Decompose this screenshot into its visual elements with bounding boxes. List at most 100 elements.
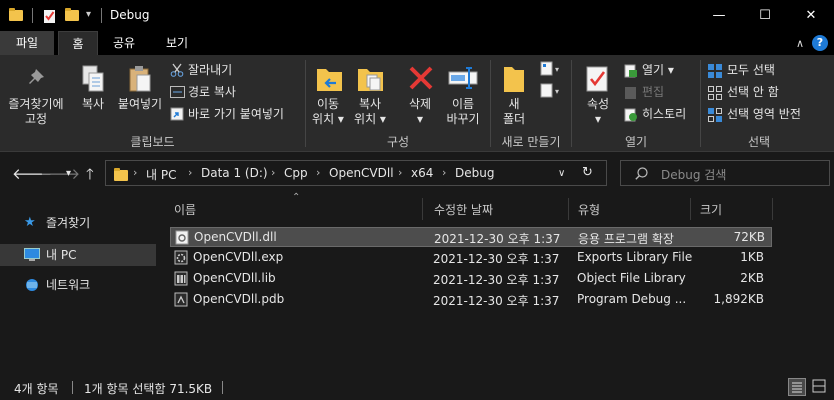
address-dropdown-icon[interactable]: ∨ [558,168,565,179]
column-header-name[interactable]: 이름 [174,196,196,224]
breadcrumb-separator: › [316,166,321,179]
new-folder-icon[interactable] [64,8,80,24]
history-icon [624,108,638,125]
select-none-icon [708,86,722,103]
paste-button[interactable]: 붙여넣기 [114,97,166,112]
table-row[interactable]: OpenCVDll.pdb 2021-12-30 오후 1:37 Program… [170,290,772,310]
history-button[interactable]: 히스토리 [642,105,686,123]
maximize-button[interactable]: ☐ [742,0,788,31]
table-row[interactable]: OpenCVDll.exp 2021-12-30 오후 1:37 Exports… [170,248,772,268]
divider [422,198,423,220]
properties-icon[interactable] [42,8,58,24]
breadcrumb-item[interactable]: x64 [411,166,433,180]
recent-locations-icon[interactable]: ▾ [66,168,71,179]
customize-quick-access-button[interactable]: ▾ [86,9,96,25]
nav-item-label: 네트워크 [46,278,91,292]
tab-view[interactable]: 보기 [156,31,198,55]
copy-button[interactable]: 복사 [75,97,111,112]
open-group-label: 열기 [624,135,648,149]
breadcrumb-item[interactable]: Debug [455,166,494,180]
open-icon [624,64,638,81]
exp-icon [174,250,188,265]
file-date: 2021-12-30 오후 1:37 [433,294,560,308]
svg-text:▾: ▾ [555,65,559,74]
divider [72,381,73,394]
tab-file[interactable]: 파일 [0,31,54,55]
invert-selection-icon [708,108,722,125]
item-count: 4개 항목 [14,382,59,396]
properties-icon [585,65,611,96]
refresh-icon[interactable]: ↻ [582,165,593,180]
edit-icon [624,86,638,103]
divider [772,198,773,220]
close-button[interactable]: ✕ [788,0,834,31]
minimize-button[interactable]: — [696,0,742,31]
help-icon[interactable]: ? [812,35,828,51]
collapse-ribbon-icon[interactable]: ∧ [796,37,804,50]
file-type: 응용 프로그램 확장 [578,232,674,246]
breadcrumb-item[interactable]: Cpp [284,166,308,180]
move-to-button[interactable]: 이동 위치 ▾ [308,97,348,127]
computer-icon [24,248,40,261]
selection-info: 1개 항목 선택함 71.5KB [84,382,213,396]
breadcrumb-item[interactable]: Data 1 (D:) [201,166,268,180]
status-bar: 4개 항목 1개 항목 선택함 71.5KB [0,374,834,400]
search-box[interactable]: Debug 검색 [620,160,830,186]
file-type: Program Debug ... [577,292,687,306]
dll-icon [175,230,189,245]
properties-button[interactable]: 속성 ▾ [578,97,618,127]
nav-item-favorites[interactable]: ★ 즐겨찾기 [0,212,156,234]
file-list: ⌃ 이름 수정한 날짜 유형 크기 OpenCVDll.dll 2021-12-… [160,192,834,374]
navigation-bar: 🡐 🡒 ▾ 🡑 › 내 PC › Data 1 (D:) › Cpp › Ope… [0,152,834,194]
copy-path-button[interactable]: 경로 복사 [188,83,236,101]
new-item-icon[interactable]: ▾ [540,61,562,80]
clipboard-group-label: 클립보드 [130,135,175,149]
pin-to-quick-access-button[interactable]: 즐겨찾기에 고정 [4,97,68,127]
star-icon: ★ [24,215,36,230]
file-type: Exports Library File [577,250,693,264]
delete-icon [408,65,434,94]
details-view-icon[interactable] [788,378,806,396]
column-header-modified[interactable]: 수정한 날짜 [434,196,493,224]
address-bar[interactable]: › 내 PC › Data 1 (D:) › Cpp › OpenCVDll ›… [105,160,607,186]
select-none-button[interactable]: 선택 안 함 [727,83,779,101]
new-group-label: 새로 만들기 [501,135,561,149]
large-icons-view-icon[interactable] [811,378,829,396]
breadcrumb-separator: › [442,166,447,179]
forward-icon[interactable]: 🡒 [40,164,80,183]
rename-button[interactable]: 이름 바꾸기 [440,97,486,127]
lib-icon [174,271,188,286]
navigation-pane: ★ 즐겨찾기 내 PC 네트워크 [0,194,160,374]
file-size: 72KB [733,230,765,244]
sort-ascending-icon: ⌃ [292,192,301,203]
pdb-icon [174,292,188,307]
paste-shortcut-button[interactable]: 바로 가기 붙여넣기 [188,105,284,123]
open-button[interactable]: 열기 ▾ [642,61,674,79]
column-header-type[interactable]: 유형 [578,196,600,224]
new-folder-button[interactable]: 새 폴더 [496,97,532,127]
select-all-icon [708,64,722,81]
column-header-size[interactable]: 크기 [700,196,722,224]
rename-icon [448,65,478,94]
file-name: OpenCVDll.pdb [193,292,285,306]
table-row[interactable]: OpenCVDll.dll 2021-12-30 오후 1:37 응용 프로그램… [170,227,772,247]
edit-button[interactable]: 편집 [642,83,664,101]
invert-selection-button[interactable]: 선택 영역 반전 [727,105,801,123]
cut-button[interactable]: 잘라내기 [188,61,232,79]
nav-item-label: 즐겨찾기 [46,216,91,230]
delete-button[interactable]: 삭제 ▾ [400,97,440,127]
tab-home[interactable]: 홈 [58,31,98,55]
copy-to-button[interactable]: 복사 위치 ▾ [350,97,390,127]
select-all-button[interactable]: 모두 선택 [727,61,775,79]
tab-share[interactable]: 공유 [104,31,144,55]
up-icon[interactable]: 🡑 [86,164,94,189]
table-row[interactable]: OpenCVDll.lib 2021-12-30 오후 1:37 Object … [170,269,772,289]
file-date: 2021-12-30 오후 1:37 [433,273,560,287]
file-size: 1KB [740,250,764,264]
nav-item-this-pc[interactable]: 내 PC [0,244,156,266]
copy-path-icon [170,86,185,101]
nav-item-network[interactable]: 네트워크 [0,274,156,296]
easy-access-icon[interactable]: ▾ [540,83,562,102]
breadcrumb-item[interactable]: OpenCVDll [329,166,394,180]
breadcrumb-item[interactable]: 내 PC [146,166,176,183]
